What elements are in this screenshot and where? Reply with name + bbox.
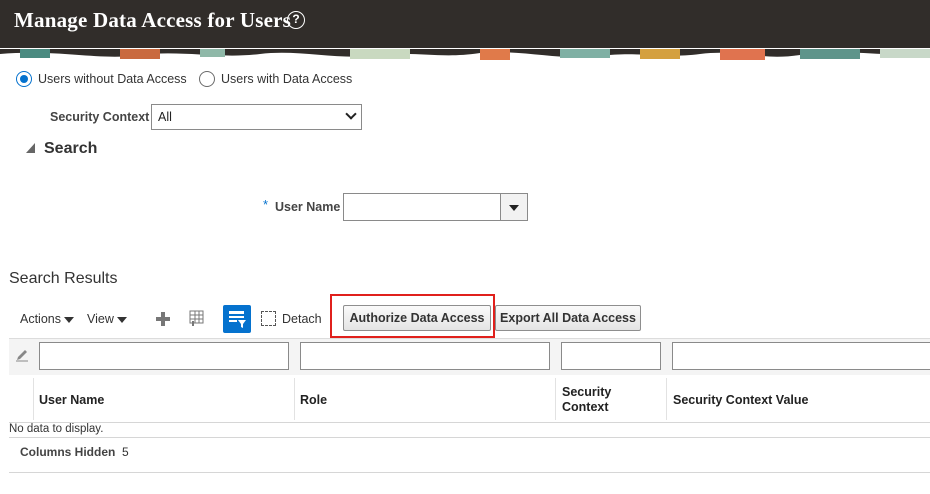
column-header-role[interactable]: Role <box>300 393 327 407</box>
security-context-value: All <box>158 110 172 124</box>
column-header-user-name[interactable]: User Name <box>39 393 104 407</box>
column-header-security-context-line2[interactable]: Context <box>562 400 609 414</box>
required-marker: * <box>263 197 269 212</box>
chevron-down-icon <box>345 108 357 120</box>
column-separator <box>555 378 556 420</box>
security-context-select[interactable]: All <box>151 104 362 130</box>
column-separator <box>294 378 295 420</box>
filter-security-context-value-input[interactable] <box>672 342 930 370</box>
help-icon[interactable]: ? <box>287 11 305 29</box>
filter-role-input[interactable] <box>300 342 550 370</box>
view-dropdown-icon[interactable] <box>117 317 127 323</box>
radio-users-with-access-label[interactable]: Users with Data Access <box>221 72 352 86</box>
export-all-data-access-button[interactable]: Export All Data Access <box>495 305 641 331</box>
columns-hidden-count: 5 <box>122 445 129 459</box>
detach-label[interactable]: Detach <box>282 312 322 326</box>
dropdown-arrow-icon <box>509 205 519 211</box>
user-name-dropdown-button[interactable] <box>500 193 528 221</box>
column-header-security-context-value[interactable]: Security Context Value <box>673 393 808 407</box>
columns-hidden-label: Columns Hidden <box>20 445 116 459</box>
authorize-data-access-button[interactable]: Authorize Data Access <box>343 305 491 331</box>
add-icon[interactable] <box>155 311 171 327</box>
detach-icon[interactable] <box>261 311 276 326</box>
view-menu[interactable]: View <box>87 312 114 326</box>
freeze-columns-icon[interactable] <box>187 310 204 327</box>
page-header: Manage Data Access for Users ? <box>0 0 930 48</box>
radio-users-with-access[interactable] <box>199 71 215 87</box>
filter-user-name-input[interactable] <box>39 342 289 370</box>
search-results-title: Search Results <box>9 270 118 287</box>
page-title: Manage Data Access for Users <box>14 8 291 32</box>
column-header-security-context-line1[interactable]: Security <box>562 385 611 399</box>
column-separator <box>666 378 667 420</box>
radio-users-without-access-label[interactable]: Users without Data Access <box>38 72 187 86</box>
user-name-label: User Name <box>275 200 341 214</box>
divider <box>9 472 930 473</box>
query-by-example-icon[interactable] <box>223 305 251 333</box>
actions-dropdown-icon[interactable] <box>64 317 74 323</box>
pencil-icon[interactable] <box>15 348 29 362</box>
security-context-label: Security Context <box>50 110 150 124</box>
filter-security-context-input[interactable] <box>561 342 661 370</box>
column-separator <box>33 378 34 420</box>
user-name-input[interactable] <box>343 193 501 221</box>
actions-menu[interactable]: Actions <box>20 312 61 326</box>
empty-table-message: No data to display. <box>9 423 104 435</box>
decorative-banner <box>0 48 930 60</box>
radio-users-without-access[interactable] <box>16 71 32 87</box>
divider <box>9 437 930 438</box>
collapse-triangle-icon[interactable] <box>26 143 35 153</box>
search-section-title[interactable]: Search <box>44 140 97 158</box>
